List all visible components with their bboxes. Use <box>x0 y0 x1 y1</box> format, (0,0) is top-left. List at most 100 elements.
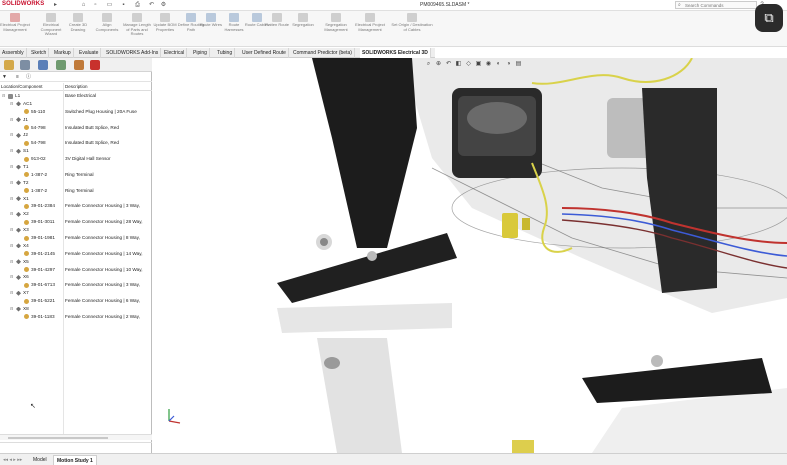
column-description[interactable]: Description <box>65 83 88 91</box>
collapse-toggle-icon[interactable]: ⊟ <box>10 273 15 281</box>
tab-scroll-arrows[interactable]: ◂◂ ◂ ▸ ▸▸ <box>0 455 25 465</box>
tree-row[interactable]: ⊟ T1 <box>0 163 152 171</box>
electrical-project-management-button[interactable]: Electrical Project Management <box>0 13 30 32</box>
collapse-toggle-icon[interactable]: ⊟ <box>10 100 15 108</box>
tree-row[interactable]: ⊟ X7 <box>0 289 152 297</box>
tab-tubing[interactable]: Tubing <box>215 48 236 58</box>
tree-row[interactable]: ⊟ S1 <box>0 147 152 155</box>
tree-row[interactable]: 39-01-1981 Female Connector Housing | 8 W… <box>0 234 152 242</box>
tree-row[interactable]: 1-387-2 Ring Terminal <box>0 187 152 195</box>
view-orientation-icon[interactable]: ◇ <box>465 61 472 68</box>
tree-row[interactable]: 39-01-5221 Female Connector Housing | 6 W… <box>0 297 152 305</box>
previous-view-icon[interactable]: ↶ <box>445 61 452 68</box>
section-view-icon[interactable]: ◧ <box>455 61 462 68</box>
electrical-project-mgmt-button-2[interactable]: Electrical Project Management <box>355 13 385 32</box>
tree-row[interactable]: ⊟ X3 <box>0 226 152 234</box>
configuration-manager-icon[interactable] <box>38 60 48 70</box>
collapse-toggle-icon[interactable]: ⊟ <box>10 195 15 203</box>
sort-icon[interactable]: ≡ <box>16 74 22 80</box>
graphics-viewport[interactable]: ⌕ ⊕ ↶ ◧ ◇ ▣ ◉ ◐ ◑ ▤ <box>152 58 787 453</box>
property-manager-icon[interactable] <box>20 60 30 70</box>
tree-row[interactable]: ⊟ X5 <box>0 258 152 266</box>
scrollbar-thumb[interactable] <box>8 437 108 439</box>
hide-show-icon[interactable]: ◉ <box>485 61 492 68</box>
edit-appearance-icon[interactable]: ◐ <box>495 61 502 68</box>
tree-row[interactable]: ⊟ L1 Base Electrical <box>0 92 152 100</box>
tab-assembly[interactable]: Assembly <box>0 48 27 58</box>
arrow-icon[interactable]: ▸ <box>52 2 59 9</box>
tab-motion-study-1[interactable]: Motion Study 1 <box>53 455 97 465</box>
undo-icon[interactable]: ↶ <box>148 2 155 9</box>
collapse-toggle-icon[interactable]: ⊟ <box>10 289 15 297</box>
new-document-icon[interactable]: ▫ <box>92 2 99 9</box>
save-icon[interactable]: ▪ <box>120 2 127 9</box>
tree-row[interactable]: ⊟ T2 <box>0 179 152 187</box>
tree-row[interactable]: ⊟ AC1 <box>0 100 152 108</box>
collapse-toggle-icon[interactable]: ⊟ <box>10 179 15 187</box>
tree-row[interactable]: 1-387-2 Ring Terminal <box>0 171 152 179</box>
capture-badge-icon[interactable]: ⧉ <box>755 4 783 32</box>
collapse-toggle-icon[interactable]: ⊟ <box>2 92 7 100</box>
display-style-icon[interactable]: ▣ <box>475 61 482 68</box>
dimxpert-icon[interactable] <box>56 60 66 70</box>
tab-solidworks-electrical-3d[interactable]: SOLIDWORKS Electrical 3D <box>360 48 431 58</box>
tree-row[interactable]: ⊟ X4 <box>0 242 152 250</box>
create-3d-drawing-button[interactable]: Create 3D Drawing <box>63 13 93 32</box>
tree-row[interactable]: 39-01-2384 Female Connector Housing | 3 W… <box>0 202 152 210</box>
apply-scene-icon[interactable]: ◑ <box>505 61 512 68</box>
tab-piping[interactable]: Piping <box>191 48 210 58</box>
tab-user-defined-route[interactable]: User Defined Route <box>240 48 289 58</box>
home-icon[interactable]: ⌂ <box>80 2 87 9</box>
tree-row[interactable]: ⊟ J2 <box>0 131 152 139</box>
solidworks-logo[interactable]: SOLIDWORKS <box>2 1 44 7</box>
display-manager-icon[interactable] <box>74 60 84 70</box>
electrical-manager-icon[interactable] <box>90 60 100 70</box>
collapse-toggle-icon[interactable]: ⊟ <box>10 163 15 171</box>
align-components-button[interactable]: Align Components <box>92 13 122 32</box>
horizontal-scrollbar[interactable] <box>0 434 152 440</box>
collapse-toggle-icon[interactable]: ⊟ <box>10 226 15 234</box>
column-location[interactable]: Location/Component <box>1 83 43 91</box>
tab-model[interactable]: Model <box>30 455 50 465</box>
manage-length-button[interactable]: Manage Length of Parts and Routes <box>122 13 152 37</box>
collapse-toggle-icon[interactable]: ⊟ <box>10 131 15 139</box>
tree-row[interactable]: 54-798 Insulated Butt Splice, Red <box>0 139 152 147</box>
tree-row[interactable]: ⊟ X2 <box>0 210 152 218</box>
tab-markup[interactable]: Markup <box>52 48 74 58</box>
tree-row[interactable]: 54-798 Insulated Butt Splice, Red <box>0 124 152 132</box>
tab-solidworks-add-ins[interactable]: SOLIDWORKS Add-Ins <box>104 48 162 58</box>
collapse-toggle-icon[interactable]: ⊟ <box>10 210 15 218</box>
view-settings-icon[interactable]: ▤ <box>515 61 522 68</box>
tab-evaluate[interactable]: Evaluate <box>77 48 102 58</box>
tab-command-predictor[interactable]: Command Predictor (beta) <box>291 48 355 58</box>
tree-row[interactable]: 39-01-4297 Female Connector Housing | 10 … <box>0 266 152 274</box>
tree-row[interactable]: 55-110 Switched Plug Housing | 20A Fuse <box>0 108 152 116</box>
feature-manager-icon[interactable] <box>4 60 14 70</box>
component-wizard-button[interactable]: Electrical Component Wizard <box>36 13 66 37</box>
tree-row[interactable]: 913-02 3V Digital Hall Sensor <box>0 155 152 163</box>
tree-row[interactable]: 39-01-2145 Female Connector Housing | 14 … <box>0 250 152 258</box>
tree-row[interactable]: ⊟ X1 <box>0 195 152 203</box>
tree-row[interactable]: 39-01-6713 Female Connector Housing | 3 W… <box>0 281 152 289</box>
filter-icon[interactable]: ▼ <box>2 74 8 80</box>
collapse-toggle-icon[interactable]: ⊟ <box>10 258 15 266</box>
segregation-button[interactable]: Segregation <box>288 13 318 28</box>
segregation-management-button[interactable]: Segregation Management <box>321 13 351 32</box>
collapse-toggle-icon[interactable]: ⊟ <box>10 242 15 250</box>
tab-electrical[interactable]: Electrical <box>162 48 188 58</box>
info-icon[interactable]: ⓘ <box>26 74 32 80</box>
collapse-toggle-icon[interactable]: ⊟ <box>10 116 15 124</box>
tree-row[interactable]: ⊟ X8 <box>0 305 152 313</box>
tree-row[interactable]: ⊟ X6 <box>0 273 152 281</box>
tree-row[interactable]: 39-01-3011 Female Connector Housing | 28 … <box>0 218 152 226</box>
open-icon[interactable]: ▭ <box>106 2 113 9</box>
set-origin-destination-button[interactable]: Set Origin / Destination of Cables <box>391 13 433 32</box>
zoom-area-icon[interactable]: ⊕ <box>435 61 442 68</box>
collapse-toggle-icon[interactable]: ⊟ <box>10 305 15 313</box>
zoom-to-fit-icon[interactable]: ⌕ <box>425 61 432 68</box>
search-commands-input[interactable]: ⌕ Search Commands <box>675 1 757 9</box>
tree-row[interactable]: 39-01-1183 Female Connector Housing | 2 W… <box>0 313 152 321</box>
collapse-toggle-icon[interactable]: ⊟ <box>10 147 15 155</box>
tree-row[interactable]: ⊟ J1 <box>0 116 152 124</box>
print-icon[interactable]: ⎙ <box>134 2 141 9</box>
